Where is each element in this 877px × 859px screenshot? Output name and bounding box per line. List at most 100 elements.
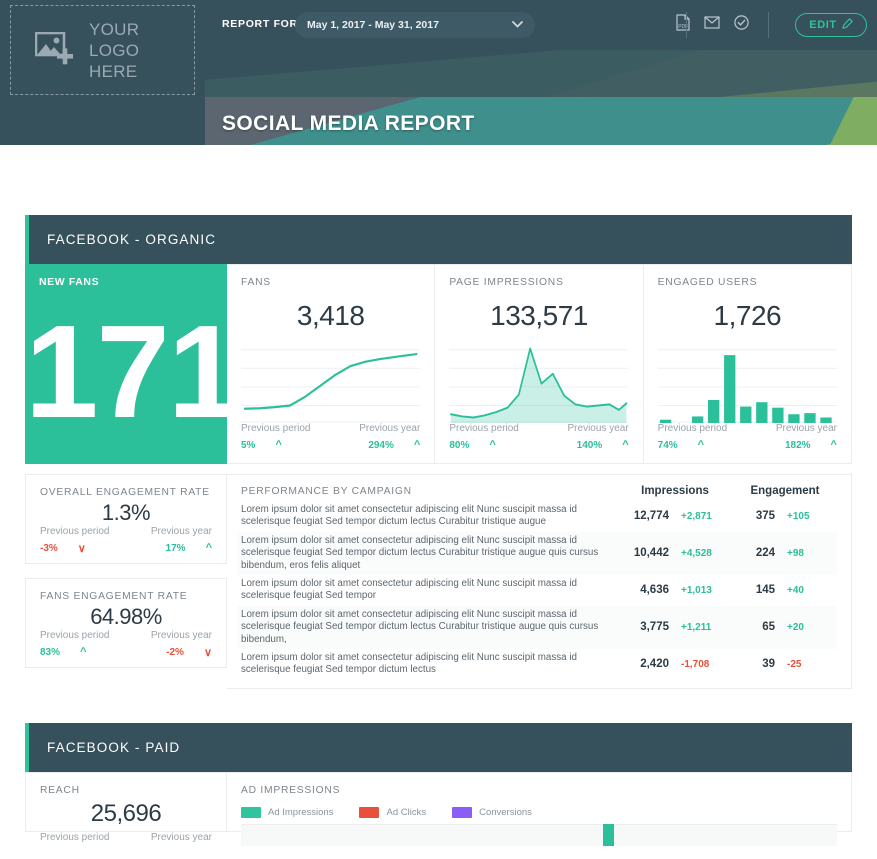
- report-content: FACEBOOK - ORGANIC NEW FANS 171 FANS 3,4…: [0, 215, 877, 846]
- ad-impressions-legend: Ad Impressions Ad Clicks Conversions: [241, 806, 837, 818]
- fans-prev-year-value: 294%: [368, 439, 394, 451]
- legend-item-ad-impressions[interactable]: Ad Impressions: [241, 806, 334, 818]
- arrow-up-icon: ^: [622, 439, 629, 451]
- impressions-value: 4,636: [640, 584, 669, 597]
- new-fans-card: NEW FANS 171: [25, 264, 241, 464]
- engagement-value: 145: [755, 584, 775, 597]
- date-range-value: May 1, 2017 - May 31, 2017: [307, 19, 439, 31]
- legend-item-ad-clicks[interactable]: Ad Clicks: [359, 806, 427, 818]
- logo-placeholder[interactable]: YOUR LOGO HERE: [10, 5, 195, 95]
- section-facebook-paid: FACEBOOK - PAID REACH 25,696 Previous pe…: [25, 722, 852, 846]
- fans-comparison: Previous period 5% ^ Previous year 294% ^: [241, 423, 420, 463]
- legend-item-conversions[interactable]: Conversions: [452, 806, 532, 818]
- overall-engagement-rate-card: OVERALL ENGAGEMENT RATE 1.3% Previous pe…: [25, 474, 227, 564]
- new-fans-value: 171: [25, 298, 241, 445]
- arrow-up-icon: ^: [275, 439, 282, 451]
- campaign-description: Lorem ipsum dolor sit amet consectetur a…: [241, 504, 577, 528]
- section-header-paid: FACEBOOK - PAID: [25, 722, 852, 772]
- table-row[interactable]: Lorem ipsum dolor sit amet consectetur a…: [237, 649, 837, 680]
- eu-prev-year-label: Previous year: [775, 423, 837, 434]
- table-row[interactable]: Lorem ipsum dolor sit amet consectetur a…: [237, 605, 837, 650]
- oer-prev-year-value: 17%: [165, 542, 186, 554]
- campaign-description: Lorem ipsum dolor sit amet consectetur a…: [241, 652, 577, 676]
- chevron-down-icon: [512, 19, 523, 31]
- ad-impressions-plot: [241, 823, 837, 846]
- metric-label-engaged-users: ENGAGED USERS: [657, 277, 758, 288]
- date-range-select[interactable]: May 1, 2017 - May 31, 2017: [295, 12, 535, 38]
- arrow-up-icon: ^: [205, 542, 212, 554]
- arrow-up-icon: ^: [489, 439, 496, 451]
- engagement-delta: +98: [787, 547, 804, 559]
- fans-prev-year-label: Previous year: [359, 423, 421, 434]
- arrow-up-icon: ^: [413, 439, 421, 451]
- logo-line-1: YOUR LOGO: [89, 19, 140, 60]
- campaign-description: Lorem ipsum dolor sit amet consectetur a…: [241, 608, 599, 645]
- edit-button[interactable]: EDIT: [795, 13, 867, 37]
- table-header: PERFORMANCE BY CAMPAIGN Impressions Enga…: [237, 485, 837, 501]
- oer-prev-year-label: Previous year: [150, 526, 212, 537]
- ad-impressions-card: AD IMPRESSIONS Ad Impressions Ad Clicks: [227, 771, 852, 846]
- engagement-value: 375: [755, 510, 775, 523]
- email-icon[interactable]: [704, 16, 720, 29]
- schedule-check-icon[interactable]: [734, 15, 749, 30]
- impressions-delta: +2,871: [681, 510, 712, 522]
- table-row[interactable]: Lorem ipsum dolor sit amet consectetur a…: [237, 531, 837, 576]
- legend-label-ad-clicks: Ad Clicks: [386, 806, 427, 818]
- impressions-value: 12,774: [633, 510, 669, 523]
- pi-prev-year-label: Previous year: [567, 423, 629, 434]
- legend-swatch-conversions: [452, 806, 473, 818]
- fans-rate-label: FANS ENGAGEMENT RATE: [40, 591, 188, 602]
- impressions-delta: +4,528: [681, 547, 712, 559]
- arrow-down-icon: ∨: [203, 647, 212, 659]
- image-plus-icon: [34, 31, 77, 68]
- table-title: PERFORMANCE BY CAMPAIGN: [241, 486, 412, 497]
- eu-prev-year-value: 182%: [784, 439, 811, 451]
- table-row[interactable]: Lorem ipsum dolor sit amet consectetur a…: [237, 501, 837, 532]
- eu-prev-period-label: Previous period: [657, 423, 728, 434]
- campaign-description: Lorem ipsum dolor sit amet consectetur a…: [241, 578, 577, 602]
- report-for-label: REPORT FOR: [222, 18, 298, 30]
- fans-engagement-rate-card: FANS ENGAGEMENT RATE 64.98% Previous per…: [25, 578, 227, 668]
- impressions-value: 3,775: [640, 621, 669, 634]
- page-title: SOCIAL MEDIA REPORT: [222, 112, 475, 135]
- engagement-delta: +40: [787, 584, 804, 596]
- edit-button-label: EDIT: [809, 19, 837, 31]
- fer-prev-year-label: Previous year: [150, 630, 212, 641]
- pi-prev-period-label: Previous period: [449, 423, 519, 434]
- arrow-up-icon: ^: [697, 439, 705, 451]
- engagement-delta: +105: [787, 510, 810, 522]
- logo-line-2: HERE: [89, 61, 138, 81]
- fer-prev-year-value: -2%: [166, 647, 184, 658]
- engagement-rate-stack: OVERALL ENGAGEMENT RATE 1.3% Previous pe…: [25, 474, 227, 689]
- metric-card-fans: FANS 3,418 Previous period 5% ^ Previous…: [227, 264, 436, 464]
- metric-card-page-impressions: PAGE IMPRESSIONS 133,571 Previous period…: [435, 264, 644, 464]
- impressions-value: 10,442: [633, 547, 669, 560]
- fans-rate-value: 64.98%: [90, 604, 162, 629]
- table-row[interactable]: Lorem ipsum dolor sit amet consectetur a…: [237, 575, 837, 606]
- pi-prev-period-value: 80%: [449, 439, 470, 451]
- metric-value-fans: 3,418: [296, 300, 365, 331]
- arrow-up-icon: ^: [830, 439, 837, 451]
- engagement-delta: -25: [787, 658, 802, 670]
- oer-prev-period-value: -3%: [40, 543, 58, 554]
- engagement-delta: +20: [787, 621, 804, 633]
- reach-label: REACH: [40, 784, 80, 796]
- column-header-impressions: Impressions: [641, 485, 709, 497]
- impressions-delta: -1,708: [681, 658, 710, 670]
- metric-label-page-impressions: PAGE IMPRESSIONS: [449, 277, 564, 288]
- overall-rate-value: 1.3%: [101, 500, 151, 525]
- impressions-delta: +1,211: [681, 621, 712, 633]
- engagement-value: 65: [762, 621, 775, 634]
- metric-label-fans: FANS: [241, 277, 271, 288]
- pi-prev-year-value: 140%: [576, 439, 603, 451]
- pdf-export-icon[interactable]: PDF: [676, 14, 690, 31]
- fans-sparkline: [241, 342, 421, 423]
- legend-label-ad-impressions: Ad Impressions: [268, 806, 334, 818]
- toolbar-divider-right: [768, 12, 769, 38]
- ad-impressions-label: AD IMPRESSIONS: [241, 784, 341, 796]
- engagement-value: 39: [762, 658, 775, 671]
- section-title-organic: FACEBOOK - ORGANIC: [47, 232, 217, 247]
- reach-prev-period-label: Previous period: [40, 831, 110, 843]
- reach-card: REACH 25,696 Previous period Previous ye…: [25, 771, 227, 843]
- overall-rate-label: OVERALL ENGAGEMENT RATE: [40, 487, 210, 498]
